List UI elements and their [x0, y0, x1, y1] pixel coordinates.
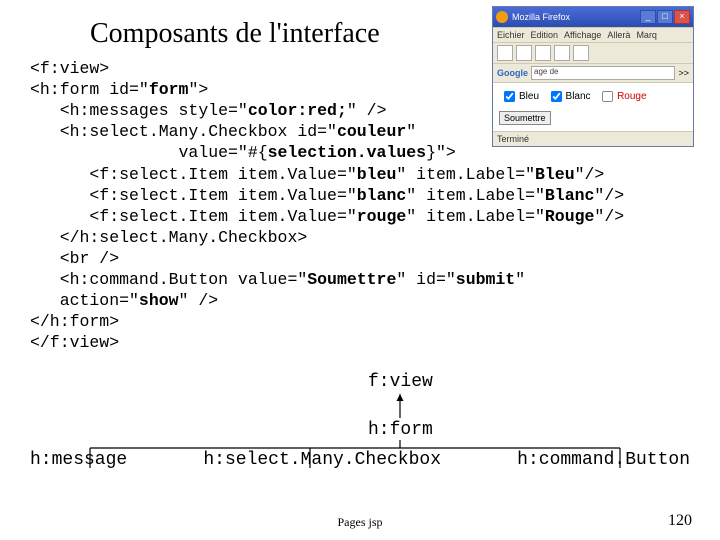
reload-icon[interactable] [535, 45, 551, 61]
page-number: 120 [668, 512, 692, 530]
url-input[interactable]: age de [531, 66, 675, 80]
checkbox-bleu[interactable]: Bleu [499, 91, 539, 102]
browser-status: Terminé [493, 131, 693, 146]
browser-mock: Mozilla Firefox _ □ × Eichier Edition Af… [492, 6, 694, 147]
window-controls: _ □ × [640, 10, 690, 24]
page-footer: Pages jsp [0, 515, 720, 530]
diagram-root: f:view [368, 372, 433, 392]
diagram-leaf-button: h:command.Button [517, 450, 690, 470]
tabs-chevron-icon[interactable]: >> [678, 68, 689, 78]
browser-page: Bleu Blanc Rouge Soumettre [493, 82, 693, 131]
checkbox-blanc[interactable]: Blanc [546, 91, 591, 102]
browser-menubar: Eichier Edition Affichage Allerà Marq [493, 27, 693, 42]
checkbox-input[interactable] [504, 91, 515, 102]
google-brand: Google [497, 68, 528, 78]
menu-item[interactable]: Marq [636, 30, 657, 40]
stop-icon[interactable] [554, 45, 570, 61]
menu-item[interactable]: Affichage [564, 30, 601, 40]
browser-app-title: Mozilla Firefox [512, 12, 570, 22]
checkbox-input[interactable] [602, 91, 613, 102]
menu-item[interactable]: Allerà [607, 30, 630, 40]
browser-urlbar-row: Google age de >> [493, 63, 693, 82]
maximize-icon[interactable]: □ [657, 10, 673, 24]
diagram-mid: h:form [368, 420, 433, 440]
checkbox-input[interactable] [551, 91, 562, 102]
back-icon[interactable] [497, 45, 513, 61]
browser-titlebar: Mozilla Firefox _ □ × [493, 7, 693, 27]
checkbox-rouge[interactable]: Rouge [597, 91, 646, 102]
browser-toolbar [493, 42, 693, 63]
diagram-leaf-checkbox: h:select.Many.Checkbox [203, 450, 441, 470]
forward-icon[interactable] [516, 45, 532, 61]
home-icon[interactable] [573, 45, 589, 61]
submit-button[interactable]: Soumettre [499, 111, 551, 125]
close-icon[interactable]: × [674, 10, 690, 24]
minimize-icon[interactable]: _ [640, 10, 656, 24]
firefox-icon [496, 11, 508, 23]
menu-item[interactable]: Edition [531, 30, 559, 40]
menu-item[interactable]: Eichier [497, 30, 525, 40]
diagram-tree: h:message h:select.Many.Checkbox h:comma… [30, 450, 690, 470]
diagram-leaf-message: h:message [30, 450, 127, 470]
